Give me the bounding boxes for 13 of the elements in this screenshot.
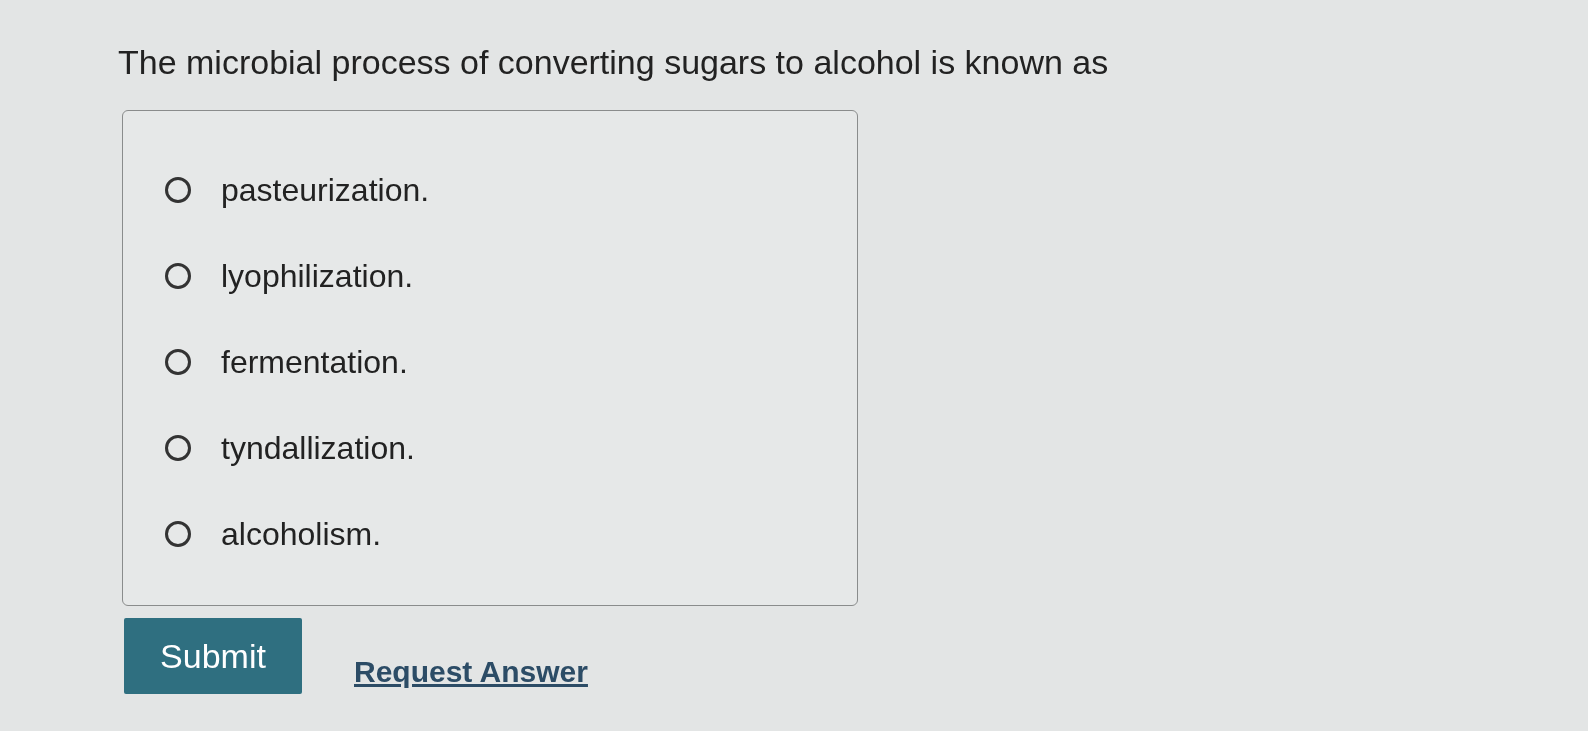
- option-label: lyophilization.: [221, 257, 414, 295]
- question-text: The microbial process of converting sugars to alcohol is known as: [118, 42, 1109, 83]
- radio-button[interactable]: [165, 435, 191, 461]
- option-label: fermentation.: [221, 343, 408, 381]
- option-label: alcoholism.: [221, 515, 382, 553]
- radio-button[interactable]: [165, 263, 191, 289]
- submit-button[interactable]: Submit: [124, 618, 302, 694]
- request-answer-link[interactable]: Request Answer: [354, 648, 588, 694]
- option-label: pasteurization.: [221, 171, 430, 209]
- radio-button[interactable]: [165, 521, 191, 547]
- radio-button[interactable]: [165, 177, 191, 203]
- radio-button[interactable]: [165, 349, 191, 375]
- option-label: tyndallization.: [221, 429, 415, 467]
